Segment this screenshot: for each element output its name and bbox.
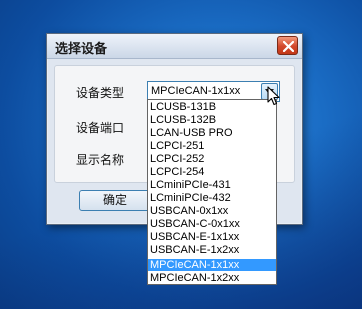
- device-port-label: 设备端口: [76, 121, 125, 135]
- dialog-title: 选择设备: [55, 42, 108, 57]
- dropdown-option[interactable]: LCAN-USB PRO: [148, 127, 276, 139]
- dropdown-option[interactable]: LCminiPCIe-432: [148, 192, 276, 204]
- dropdown-option[interactable]: USBCAN-0x1xx: [148, 205, 276, 217]
- dropdown-option[interactable]: LCPCI-254: [148, 166, 276, 178]
- close-button[interactable]: [277, 36, 298, 55]
- device-type-value: MPCIeCAN-1x1xx: [151, 85, 241, 97]
- dialog-titlebar: 选择设备: [47, 34, 302, 59]
- dropdown-option[interactable]: LCUSB-132B: [148, 114, 276, 126]
- device-type-dropdown-list: LCUSB-131B LCUSB-132B LCAN-USB PRO LCPCI…: [147, 99, 277, 285]
- dropdown-option[interactable]: LCPCI-252: [148, 153, 276, 165]
- dropdown-option-selected[interactable]: MPCIeCAN-1x1xx: [148, 259, 276, 271]
- dropdown-option[interactable]: LCUSB-131B: [148, 101, 276, 113]
- dropdown-option[interactable]: LCminiPCIe-431: [148, 179, 276, 191]
- dropdown-option[interactable]: LCPCI-251: [148, 140, 276, 152]
- dropdown-option[interactable]: MPCIeCAN-1x2xx: [148, 272, 276, 284]
- mouse-cursor-icon: [267, 86, 280, 110]
- dropdown-option[interactable]: USBCAN-C-0x1xx: [148, 218, 276, 230]
- ok-button[interactable]: 确定: [79, 190, 151, 211]
- device-type-label: 设备类型: [76, 86, 125, 100]
- dropdown-option[interactable]: USBCAN-E-1x2xx: [148, 244, 276, 256]
- display-name-label: 显示名称: [76, 153, 125, 167]
- dropdown-option[interactable]: USBCAN-E-1x1xx: [148, 231, 276, 243]
